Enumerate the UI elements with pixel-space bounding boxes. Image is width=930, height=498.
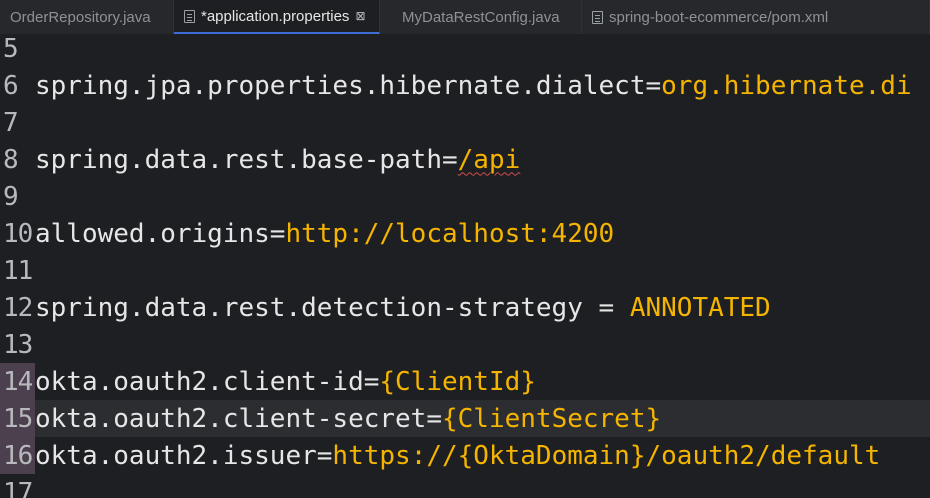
property-key: okta.oauth2.client-id= bbox=[35, 366, 380, 397]
xml-file-icon bbox=[592, 10, 603, 24]
code-line[interactable]: 17 bbox=[0, 474, 930, 498]
properties-file-icon bbox=[184, 9, 195, 23]
close-icon[interactable]: ⊠ bbox=[355, 9, 365, 23]
property-key: spring.jpa.properties.hibernate.dialect= bbox=[35, 70, 662, 101]
tab-application-properties[interactable]: *application.properties ⊠ bbox=[174, 0, 380, 34]
line-number: 13 bbox=[3, 329, 33, 360]
code-line[interactable]: 7 bbox=[0, 104, 930, 141]
code-line[interactable]: 16 okta.oauth2.issuer= https://{OktaDomai… bbox=[0, 437, 930, 474]
code-line[interactable]: 8 spring.data.rest.base-path=/api bbox=[0, 141, 930, 178]
property-value: {ClientSecret} bbox=[442, 403, 662, 434]
code-line[interactable]: 14 okta.oauth2.client-id= {ClientId} bbox=[0, 363, 930, 400]
tab-my-data-rest-config[interactable]: MyDataRestConfig.java bbox=[380, 0, 582, 34]
property-key: spring.data.rest.base-path= bbox=[35, 144, 458, 175]
code-line[interactable]: 10 allowed.origins= http://localhost:4200 bbox=[0, 215, 930, 252]
line-number: 15 bbox=[0, 400, 35, 437]
code-line[interactable]: 6 spring.jpa.properties.hibernate.dialec… bbox=[0, 67, 930, 104]
tab-pom-xml[interactable]: spring-boot-ecommerce/pom.xml bbox=[582, 0, 930, 34]
tab-label: MyDataRestConfig.java bbox=[402, 8, 560, 26]
tab-label: spring-boot-ecommerce/pom.xml bbox=[609, 8, 829, 26]
code-line[interactable]: 12 spring.data.rest.detection-strategy =… bbox=[0, 289, 930, 326]
line-number: 6 bbox=[3, 70, 19, 101]
property-value: org.hibernate.di bbox=[661, 70, 912, 101]
line-number: 11 bbox=[3, 255, 33, 286]
property-key: okta.oauth2.client-secret= bbox=[35, 403, 442, 434]
line-number: 16 bbox=[0, 437, 35, 474]
property-value: http://localhost:4200 bbox=[285, 218, 615, 249]
line-number: 17 bbox=[3, 477, 33, 498]
code-line[interactable]: 9 bbox=[0, 178, 930, 215]
line-number: 10 bbox=[3, 218, 33, 249]
property-value: /api bbox=[457, 144, 521, 175]
property-value: ANNOTATED bbox=[629, 292, 771, 323]
line-number: 9 bbox=[3, 181, 19, 212]
java-file-icon bbox=[390, 10, 396, 24]
tab-label: *application.properties bbox=[201, 7, 350, 25]
line-number: 5 bbox=[3, 33, 19, 64]
line-number: 8 bbox=[3, 144, 19, 175]
editor-tab-bar: OrderRepository.java *application.proper… bbox=[0, 0, 930, 34]
property-key: okta.oauth2.issuer= bbox=[35, 440, 333, 471]
code-line[interactable]: 11 bbox=[0, 252, 930, 289]
code-line-current[interactable]: 15 okta.oauth2.client-secret= {ClientSecr… bbox=[0, 400, 930, 437]
property-key: spring.data.rest.detection-strategy = bbox=[35, 292, 630, 323]
line-number: 14 bbox=[0, 363, 35, 400]
code-line[interactable]: 13 bbox=[0, 326, 930, 363]
tab-label: OrderRepository.java bbox=[10, 8, 151, 26]
property-value: {ClientId} bbox=[379, 366, 536, 397]
code-editor[interactable]: 5 6 spring.jpa.properties.hibernate.dial… bbox=[0, 34, 930, 498]
property-value: https://{OktaDomain}/oauth2/default bbox=[332, 440, 881, 471]
code-line[interactable]: 5 bbox=[0, 30, 930, 67]
line-number: 12 bbox=[3, 292, 33, 323]
line-number: 7 bbox=[3, 107, 19, 138]
property-key: allowed.origins= bbox=[35, 218, 286, 249]
tab-order-repository[interactable]: OrderRepository.java bbox=[0, 0, 174, 34]
